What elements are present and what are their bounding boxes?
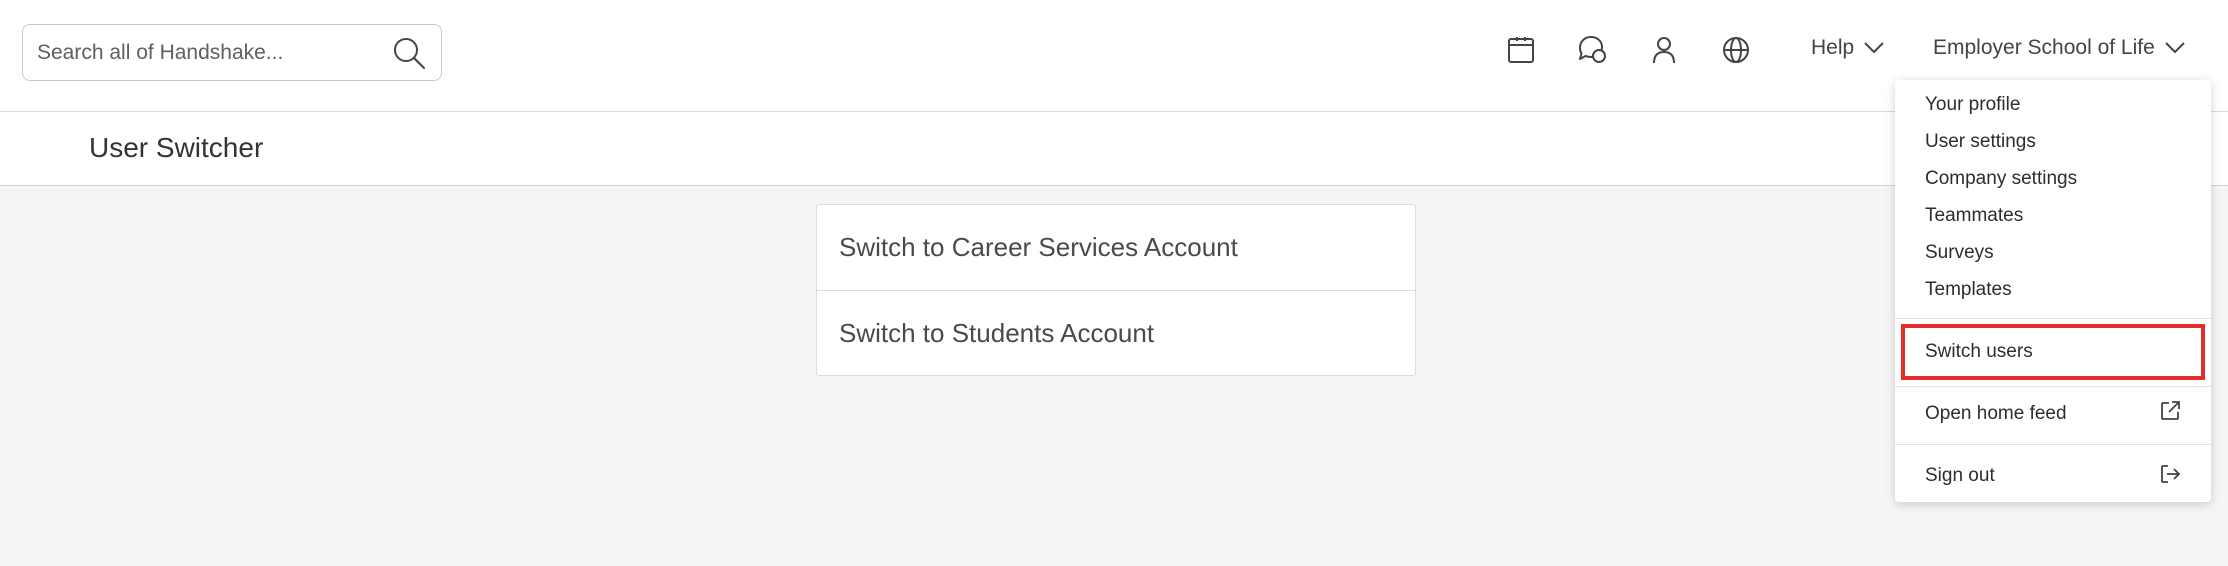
top-navigation-bar: Help Employer School of Life [0,0,2228,112]
menu-item-switch-users[interactable]: Switch users [1925,341,2033,363]
chevron-down-icon [2165,36,2185,60]
switch-career-services-account[interactable]: Switch to Career Services Account [817,205,1415,290]
switch-students-account[interactable]: Switch to Students Account [817,290,1415,375]
chat-icon[interactable] [1572,30,1612,70]
account-dropdown-menu: Your profile User settings Company setti… [1895,80,2211,502]
menu-item-your-profile[interactable]: Your profile [1925,94,2020,116]
menu-item-sign-out[interactable]: Sign out [1925,465,1995,487]
sign-out-icon [2159,463,2181,485]
user-switcher-list: Switch to Career Services Account Switch… [816,204,1416,376]
help-menu[interactable]: Help [1811,36,1884,60]
menu-divider [1895,386,2211,387]
menu-item-user-settings[interactable]: User settings [1925,131,2036,153]
globe-icon[interactable] [1716,30,1756,70]
person-icon[interactable] [1644,30,1684,70]
menu-item-teammates[interactable]: Teammates [1925,205,2023,227]
menu-item-surveys[interactable]: Surveys [1925,242,1994,264]
menu-item-templates[interactable]: Templates [1925,279,2012,301]
menu-divider [1895,444,2211,445]
chevron-down-icon [1864,36,1884,60]
account-label: Employer School of Life [1933,36,2155,59]
search-icon[interactable] [391,35,427,71]
page-header: User Switcher [0,112,2228,186]
search-input[interactable] [23,25,373,80]
calendar-icon[interactable] [1501,30,1541,70]
menu-divider [1895,318,2211,319]
help-label: Help [1811,36,1855,59]
search-box [22,24,442,81]
menu-item-open-home-feed[interactable]: Open home feed [1925,403,2067,425]
page-title: User Switcher [89,132,264,163]
external-link-icon [2159,400,2181,422]
account-menu[interactable]: Employer School of Life [1933,36,2185,60]
menu-item-company-settings[interactable]: Company settings [1925,168,2077,190]
